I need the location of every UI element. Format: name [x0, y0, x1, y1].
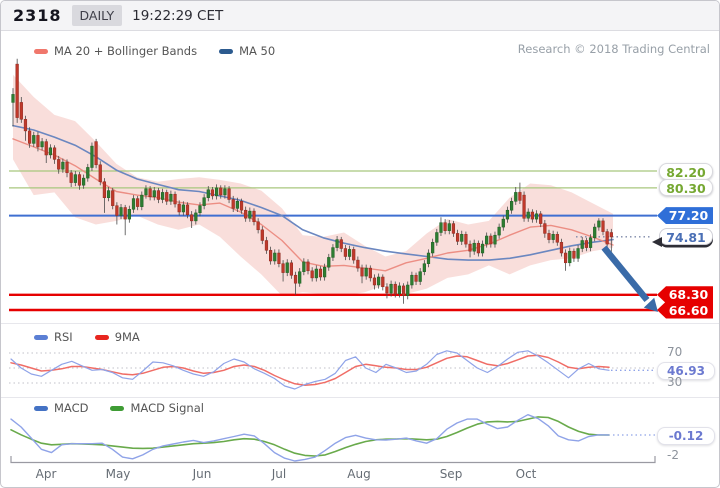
- last-price-value: 74.81: [666, 230, 706, 245]
- x-axis-month-oct: Oct: [516, 467, 537, 481]
- pivot-pill-77-20: 77.20: [657, 207, 713, 224]
- chart-plot-area: [1, 1, 719, 487]
- x-axis-month-may: May: [106, 467, 131, 481]
- rsi-last-value-pill: 46.93: [657, 362, 715, 380]
- x-axis-month-sep: Sep: [440, 467, 463, 481]
- x-axis-month-apr: Apr: [36, 467, 57, 481]
- resistance-pill-82-20: 82.20: [659, 163, 713, 180]
- macd-axis-label: -2: [667, 448, 679, 462]
- support-pill-66-60: 66.60: [657, 302, 713, 319]
- trading-central-chart-widget: 2318 DAILY 19:22:29 CET Research © 2018 …: [0, 0, 720, 488]
- rsi-oversold-label: 30: [667, 375, 682, 389]
- support-pill-68-30: 68.30: [657, 286, 713, 303]
- resistance-pill-80-30: 80.30: [659, 179, 713, 196]
- x-axis-month-aug: Aug: [347, 467, 370, 481]
- x-axis-month-jun: Jun: [193, 467, 212, 481]
- rsi-overbought-label: 70: [667, 345, 682, 359]
- last-price-pointer-icon: [652, 237, 662, 247]
- x-axis-month-jul: Jul: [272, 467, 286, 481]
- macd-last-value-pill: -0.12: [657, 427, 715, 445]
- last-price-pill: 74.81: [659, 228, 713, 245]
